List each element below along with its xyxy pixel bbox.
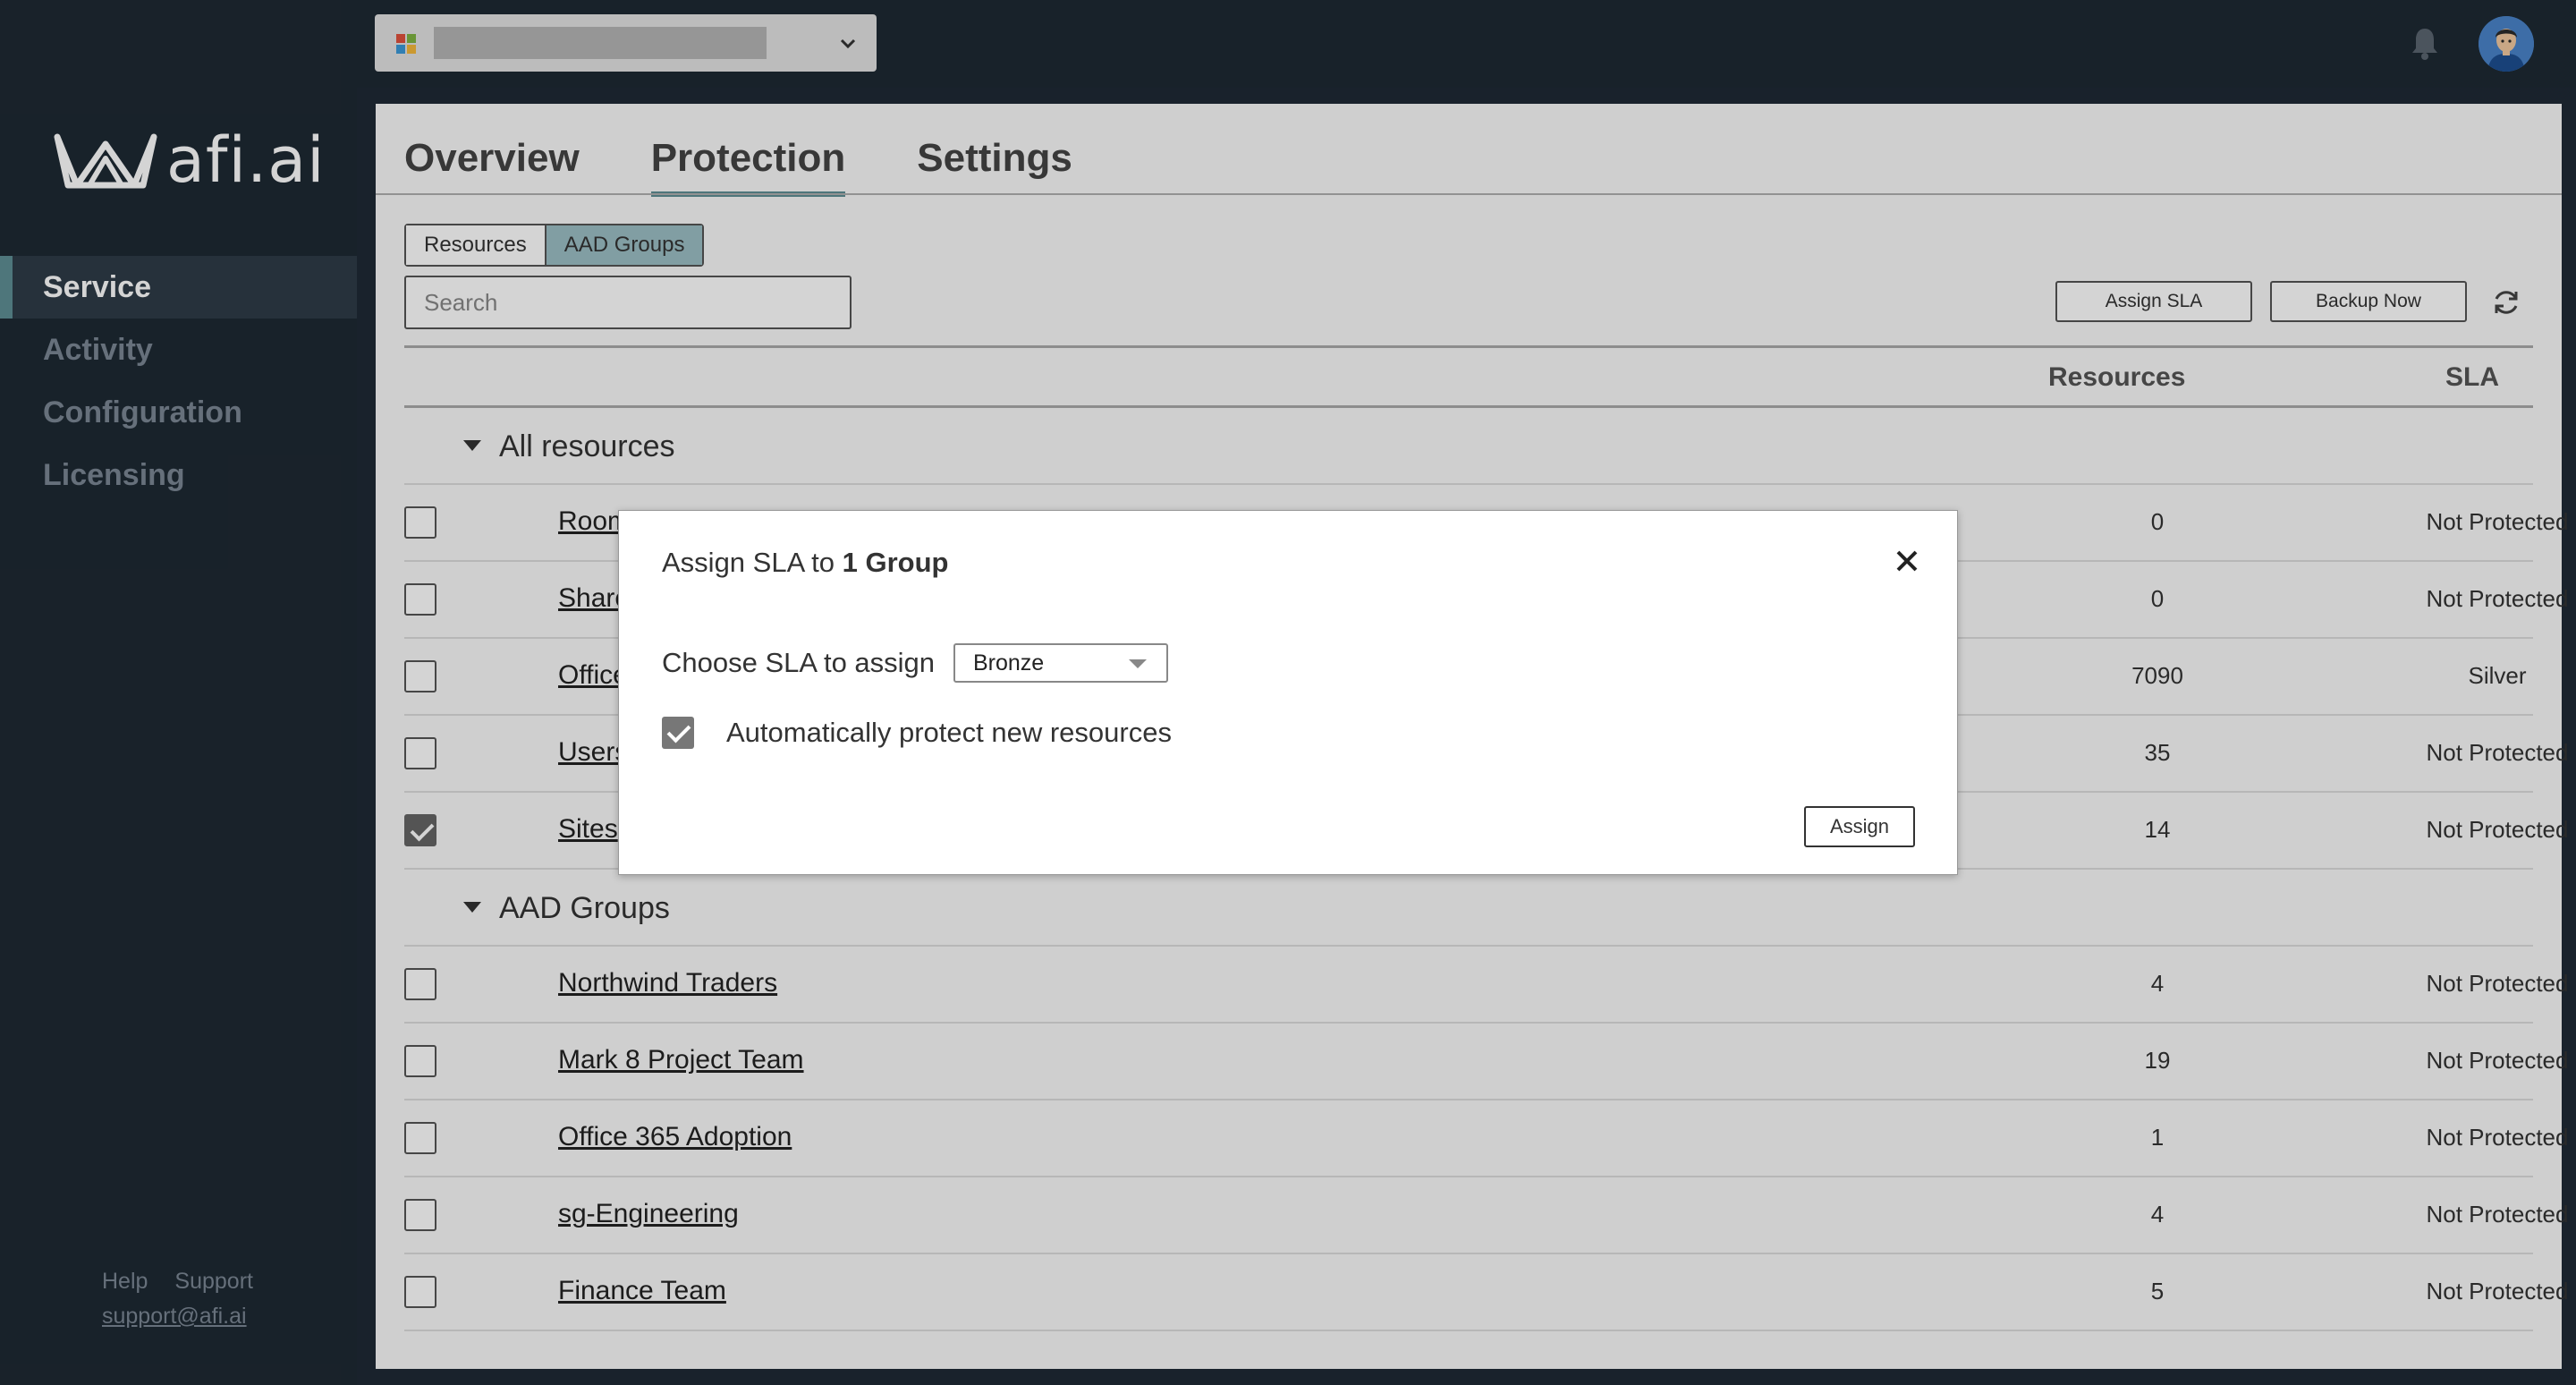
auto-protect-label[interactable]: Automatically protect new resources	[726, 717, 1172, 749]
sla-dropdown[interactable]: Bronze	[953, 643, 1168, 683]
assign-sla-dialog: Assign SLA to 1 Group Choose SLA to assi…	[618, 510, 1958, 875]
dialog-title-prefix: Assign SLA to	[662, 547, 843, 578]
assign-button[interactable]: Assign	[1804, 806, 1915, 847]
auto-protect-checkbox[interactable]	[662, 717, 694, 749]
sla-dropdown-value: Bronze	[973, 650, 1045, 676]
dropdown-arrow-icon	[1129, 659, 1147, 668]
dialog-title: Assign SLA to 1 Group	[662, 547, 948, 579]
choose-sla-label: Choose SLA to assign	[662, 647, 936, 678]
close-icon[interactable]	[1894, 548, 1919, 574]
dialog-title-count: 1 Group	[842, 547, 949, 578]
